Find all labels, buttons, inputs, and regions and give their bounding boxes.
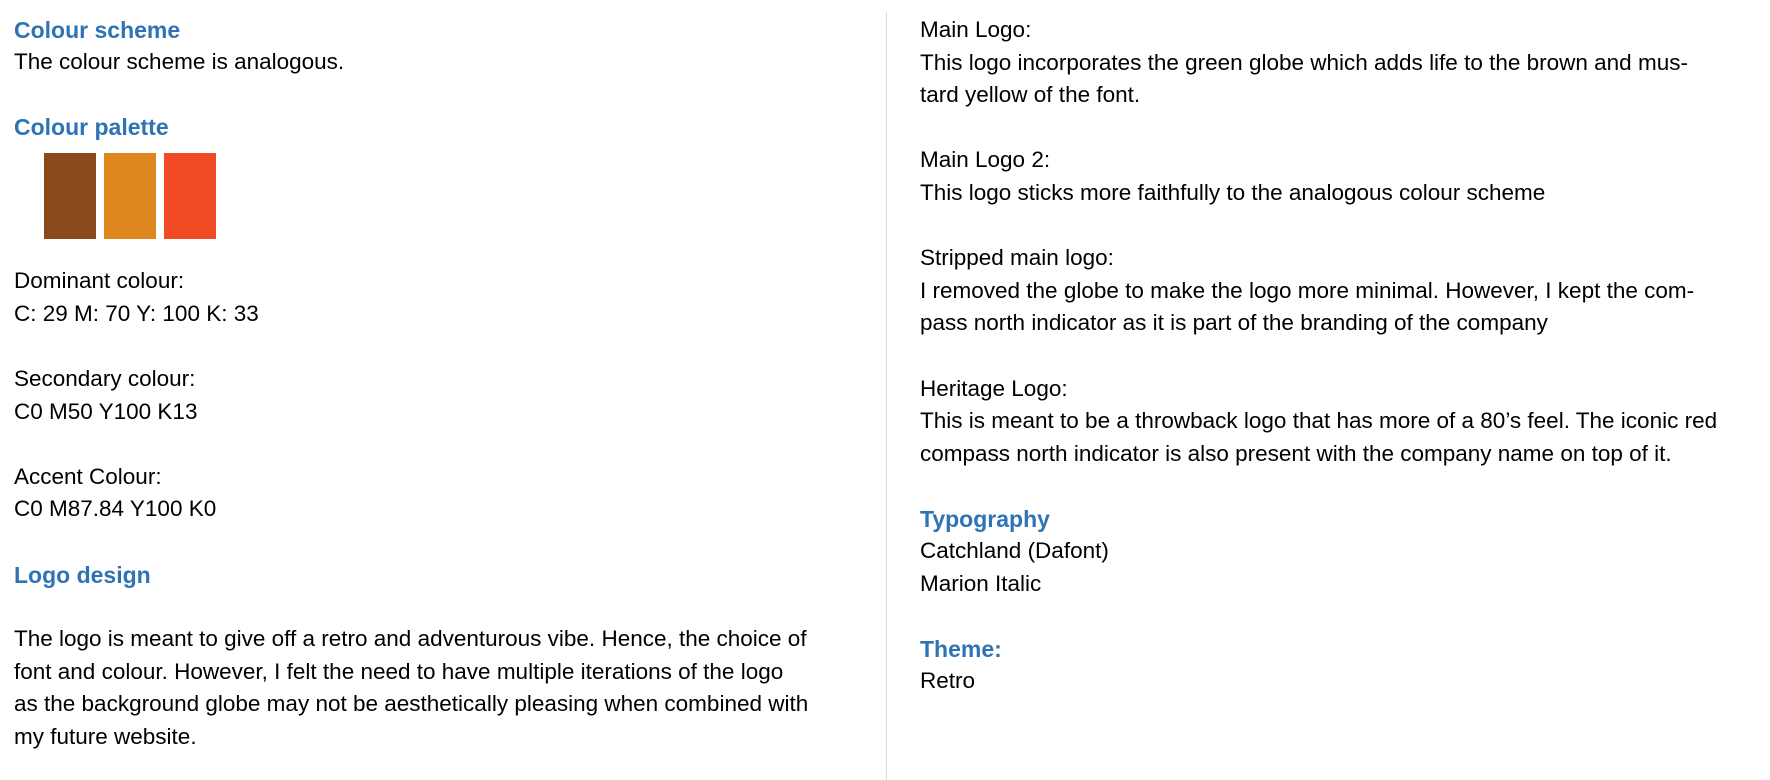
theme-heading: Theme: bbox=[920, 635, 1002, 662]
accent-colour-value: C0 M87.84 Y100 K0 bbox=[14, 496, 217, 522]
accent-colour-swatch bbox=[164, 153, 216, 240]
main-logo-label: Main Logo: bbox=[920, 17, 1032, 42]
colour-scheme-text: The colour scheme is analogous. bbox=[14, 49, 345, 74]
colour-swatches bbox=[44, 153, 874, 240]
right-column: Main Logo: This logo incorporates the gr… bbox=[920, 14, 1760, 697]
accent-colour-label: Accent Colour: bbox=[14, 463, 162, 489]
heritage-logo-description-line: This is meant to be a throwback logo tha… bbox=[920, 408, 1718, 434]
secondary-colour-value: C0 M50 Y100 K13 bbox=[14, 398, 198, 424]
heritage-logo-description-line: compass north indicator is also present … bbox=[920, 440, 1672, 466]
logo-design-heading: Logo design bbox=[14, 561, 151, 588]
typography-font-item: Catchland (Dafont) bbox=[920, 537, 1109, 563]
main-logo-2-description-line: This logo sticks more faithfully to the … bbox=[920, 179, 1546, 205]
typography-heading: Typography bbox=[920, 505, 1050, 532]
dominant-colour-label: Dominant colour: bbox=[14, 268, 185, 294]
logo-design-paragraph-line: The logo is meant to give off a retro an… bbox=[14, 626, 807, 652]
logo-design-paragraph-line: as the background globe may not be aesth… bbox=[14, 691, 809, 717]
colour-scheme-heading: Colour scheme bbox=[14, 17, 181, 43]
dominant-colour-swatch bbox=[44, 153, 96, 240]
stripped-logo-description-line: pass north indicator as it is part of th… bbox=[920, 310, 1548, 336]
logo-design-paragraph-line: font and colour. However, I felt the nee… bbox=[14, 658, 784, 684]
main-logo-description-line: This logo incorporates the green globe w… bbox=[920, 49, 1688, 75]
stripped-logo-description-line: I removed the globe to make the logo mor… bbox=[920, 277, 1695, 303]
secondary-colour-swatch bbox=[104, 153, 156, 240]
typography-font-item: Marion Italic bbox=[920, 570, 1042, 596]
main-logo-description-line: tard yellow of the font. bbox=[920, 82, 1141, 108]
left-column: Colour scheme The colour scheme is analo… bbox=[14, 14, 874, 754]
secondary-colour-label: Secondary colour: bbox=[14, 365, 196, 391]
colour-palette-heading: Colour palette bbox=[14, 114, 169, 141]
dominant-colour-value: C: 29 M: 70 Y: 100 K: 33 bbox=[14, 300, 259, 326]
main-logo-2-label: Main Logo 2: bbox=[920, 147, 1051, 173]
logo-design-paragraph-line: my future website. bbox=[14, 723, 197, 749]
column-divider bbox=[886, 12, 887, 780]
heritage-logo-label: Heritage Logo: bbox=[920, 375, 1068, 401]
stripped-logo-label: Stripped main logo: bbox=[920, 245, 1114, 271]
theme-value: Retro bbox=[920, 667, 976, 693]
